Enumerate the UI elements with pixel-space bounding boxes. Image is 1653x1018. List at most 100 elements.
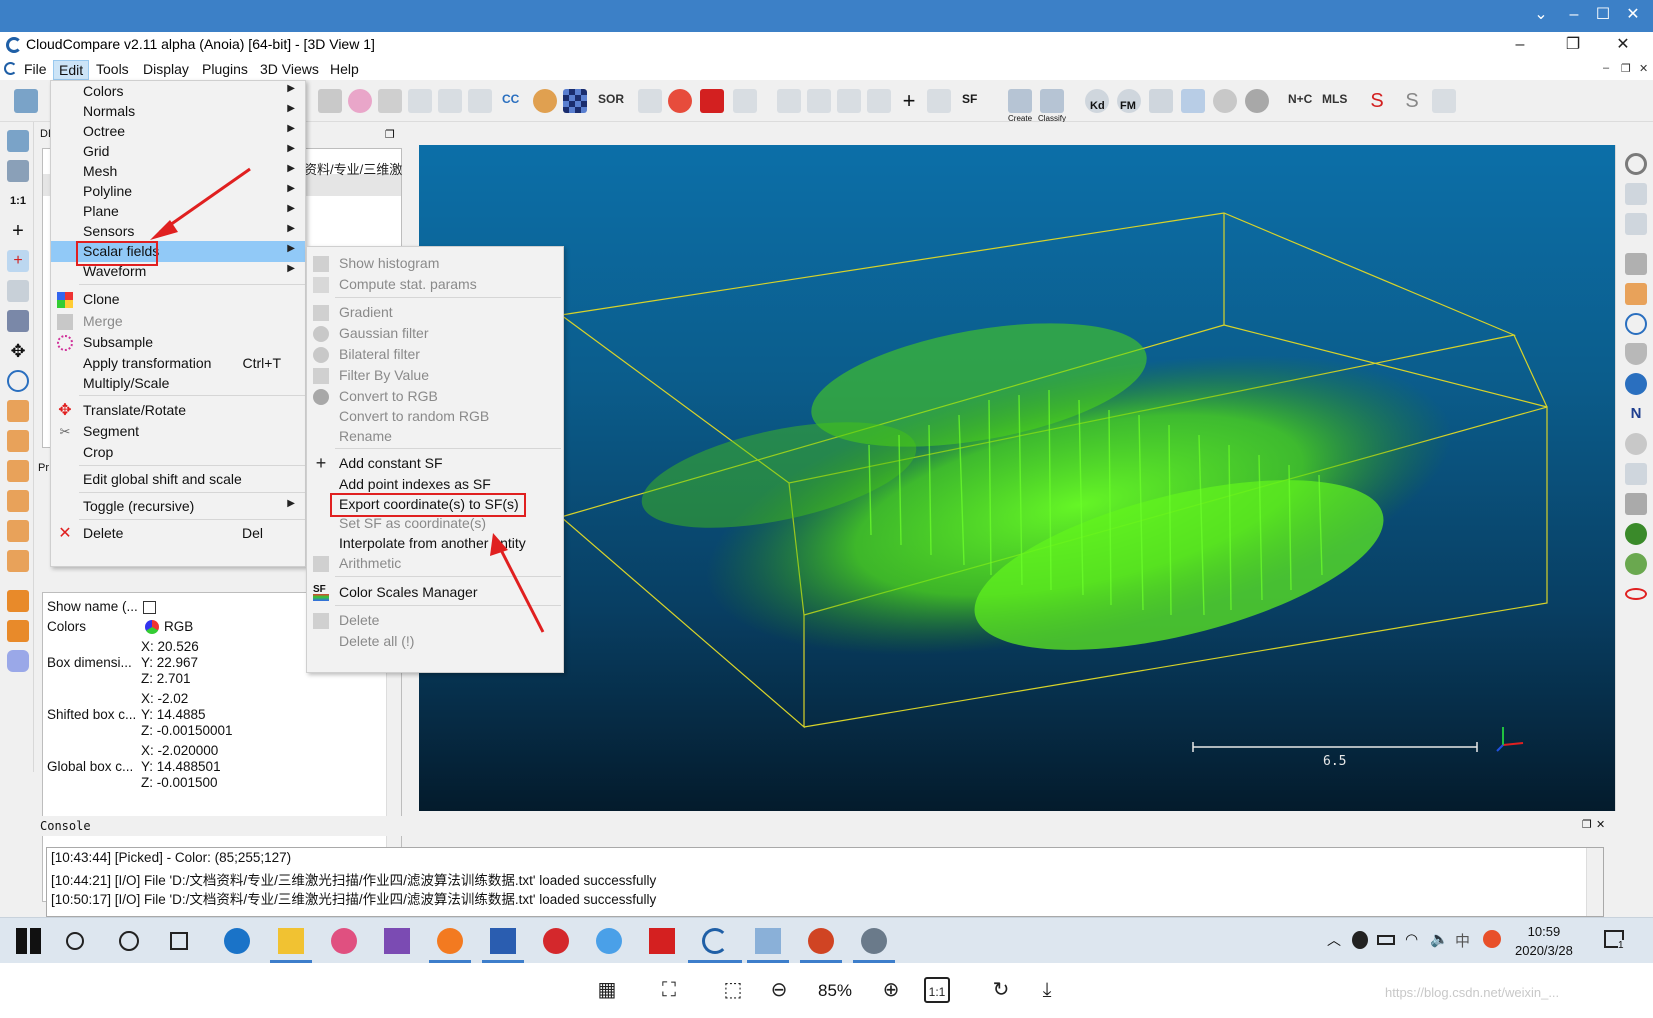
menu-item-gaussian-filter[interactable]: Gaussian filter — [307, 323, 563, 344]
point-picking-icon[interactable] — [733, 89, 757, 113]
menu-item-multiply-scale[interactable]: Multiply/Scale — [51, 373, 305, 394]
menu-item-grid[interactable]: Grid ▶ — [51, 141, 305, 162]
search-icon[interactable] — [66, 932, 84, 950]
stereo-icon[interactable] — [7, 650, 29, 672]
fire-icon[interactable] — [533, 89, 557, 113]
wifi-icon[interactable]: ◠ — [1405, 930, 1418, 948]
3d-view[interactable]: 6.5 — [419, 145, 1615, 811]
hpr-icon[interactable] — [1625, 433, 1647, 455]
menu-3d-views[interactable]: 3D Views — [255, 60, 324, 80]
csv-export-icon[interactable] — [1149, 89, 1173, 113]
console-close-icon[interactable]: ✕ — [1596, 818, 1605, 831]
menu-item-rename[interactable]: Rename — [307, 426, 563, 447]
ime-icon[interactable]: 中 — [1455, 930, 1470, 951]
crosshair-icon[interactable]: + — [7, 220, 29, 242]
pan-icon[interactable]: ✥ — [7, 340, 29, 362]
colors-value[interactable]: RGB — [164, 619, 193, 634]
table-icon[interactable] — [867, 89, 891, 113]
edge-icon[interactable] — [224, 928, 250, 954]
octree-icon[interactable] — [378, 89, 402, 113]
mdi-close-button[interactable]: ✕ — [1639, 62, 1648, 75]
menu-item-convert-random-rgb[interactable]: Convert to random RGB — [307, 406, 563, 427]
view-front-icon[interactable] — [7, 430, 29, 452]
m3c2-icon[interactable] — [1625, 463, 1647, 485]
menu-tools[interactable]: Tools — [91, 60, 134, 80]
align-icon[interactable] — [837, 89, 861, 113]
graph-icon[interactable] — [807, 89, 831, 113]
menu-item-delete-sf[interactable]: Delete — [307, 610, 563, 631]
sogou-icon[interactable] — [1483, 930, 1501, 948]
close-button[interactable]: ✕ — [1600, 32, 1646, 58]
plus-icon[interactable]: + — [897, 89, 921, 113]
panel-icon[interactable] — [1625, 253, 1647, 275]
app-menu-icon[interactable] — [4, 62, 17, 75]
rotate-icon[interactable]: ↻ — [988, 977, 1014, 1003]
cc-icon[interactable]: CC — [502, 92, 519, 106]
view-back-icon[interactable] — [7, 490, 29, 512]
minimize-button[interactable]: – — [1497, 32, 1543, 58]
sf-icon[interactable]: SF — [962, 92, 977, 106]
camera-icon[interactable] — [7, 160, 29, 182]
snipping-icon[interactable] — [331, 928, 357, 954]
menu-item-sensors[interactable]: Sensors ▶ — [51, 221, 305, 242]
menu-plugins[interactable]: Plugins — [197, 60, 253, 80]
cortana-icon[interactable] — [119, 931, 139, 951]
sor-filter-icon[interactable]: SOR — [598, 92, 624, 106]
view-left-icon[interactable] — [7, 460, 29, 482]
visual-studio-icon[interactable] — [384, 928, 410, 954]
menu-item-edit-global-shift[interactable]: Edit global shift and scale — [51, 469, 305, 490]
menu-file[interactable]: File — [19, 60, 52, 80]
one-to-one-icon[interactable]: 1:1 — [7, 190, 29, 212]
checker-icon[interactable] — [563, 89, 587, 113]
menu-help[interactable]: Help — [325, 60, 364, 80]
menu-item-delete[interactable]: ✕ Delete Del — [51, 523, 305, 544]
view-top-icon[interactable] — [7, 400, 29, 422]
menu-item-colors[interactable]: Colors ▶ — [51, 81, 305, 102]
qq-icon[interactable] — [1352, 931, 1368, 949]
menu-item-clone[interactable]: Clone — [51, 289, 305, 310]
box-red-icon[interactable] — [700, 89, 724, 113]
fit-window-icon[interactable]: ⛶ — [656, 977, 682, 1003]
restore-button[interactable]: ❐ — [1550, 32, 1596, 58]
menu-edit[interactable]: Edit — [53, 60, 90, 80]
powerpoint-icon[interactable] — [808, 928, 834, 954]
chevron-down-icon[interactable]: ⌄ — [1528, 4, 1554, 26]
canupo-create-icon[interactable] — [1008, 89, 1032, 113]
menu-item-bilateral-filter[interactable]: Bilateral filter — [307, 344, 563, 365]
subsample-icon[interactable] — [348, 89, 372, 113]
task-view-icon[interactable] — [170, 932, 188, 950]
light-icon[interactable] — [1625, 183, 1647, 205]
menu-item-crop[interactable]: Crop — [51, 442, 305, 463]
zoom-in-icon[interactable]: ⊕ — [878, 977, 904, 1003]
mdi-minimize-button[interactable]: – — [1603, 62, 1609, 74]
console-log[interactable]: [10:43:44] [Picked] - Color: (85;255;127… — [46, 847, 1604, 917]
scissors-icon[interactable] — [638, 89, 662, 113]
menu-item-show-histogram[interactable]: Show histogram — [307, 253, 563, 274]
download-icon[interactable]: ⤓ — [1034, 977, 1060, 1003]
show-name-checkbox[interactable] — [143, 601, 156, 614]
shield-gray-icon[interactable] — [1625, 343, 1647, 365]
sample-points-icon[interactable] — [408, 89, 432, 113]
menu-item-translate-rotate[interactable]: ✥ Translate/Rotate — [51, 400, 305, 421]
registration-icon[interactable] — [1432, 89, 1456, 113]
console-float-icon[interactable]: ❐ — [1582, 818, 1592, 831]
taskbar-clock[interactable]: 10:59 2020/3/28 — [1515, 922, 1573, 960]
menu-display[interactable]: Display — [138, 60, 194, 80]
menu-item-add-point-indexes[interactable]: Add point indexes as SF — [307, 474, 563, 495]
maximize-icon[interactable]: ☐ — [1590, 4, 1616, 26]
menu-item-compute-stat-params[interactable]: Compute stat. params — [307, 274, 563, 295]
actual-size-icon[interactable]: 1:1 — [924, 977, 950, 1003]
zoom-out-icon[interactable]: ⊖ — [766, 977, 792, 1003]
baidu-netdisk-icon[interactable] — [596, 928, 622, 954]
view-bottom-icon[interactable] — [7, 550, 29, 572]
cloudcompare-task-icon[interactable] — [702, 928, 728, 954]
panel-float-icon[interactable]: ❐ — [385, 128, 395, 141]
pcv-icon[interactable] — [1625, 493, 1647, 515]
histogram-icon[interactable] — [777, 89, 801, 113]
mls-icon[interactable]: MLS — [1322, 92, 1347, 106]
volume-icon[interactable]: 🔈 — [1430, 930, 1449, 948]
menu-item-plane[interactable]: Plane ▶ — [51, 201, 305, 222]
menu-item-color-scales-manager[interactable]: SF Color Scales Manager — [307, 582, 563, 603]
windows-start-icon[interactable] — [16, 928, 42, 954]
green-ball-icon[interactable] — [1625, 523, 1647, 545]
